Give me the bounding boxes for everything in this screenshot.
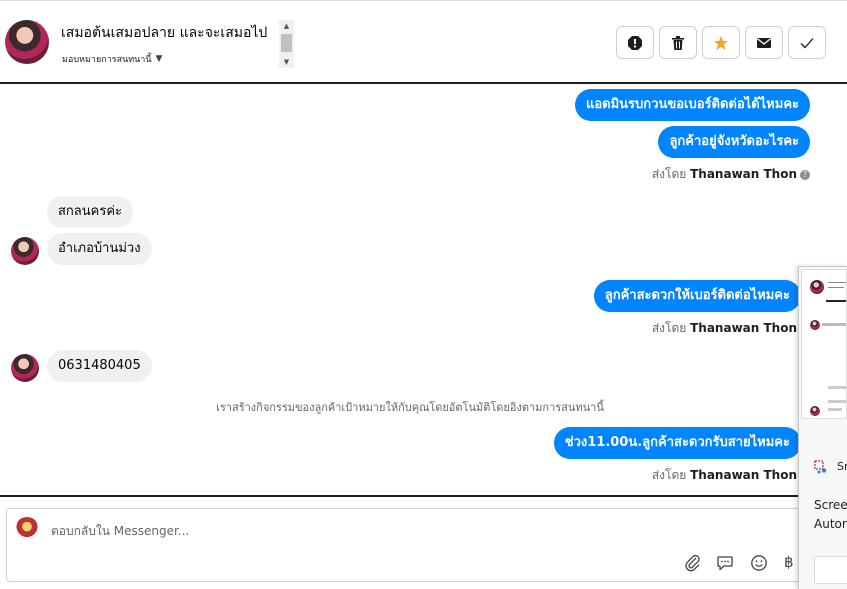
emoji-button[interactable] <box>750 554 768 572</box>
contact-name: เสมอต้นเสมอปลาย และจะเสมอไป <box>61 25 268 41</box>
inbox-conversation-view: เสมอต้นเสมอปลาย และจะเสมอไป มอบหมายการสน… <box>0 0 847 589</box>
assign-label: มอบหมายการสนทนานี้ <box>62 55 152 65</box>
avatar <box>810 320 820 330</box>
help-icon[interactable]: ? <box>800 170 810 180</box>
payment-icon[interactable]: ฿ <box>784 553 794 571</box>
contact-avatar[interactable] <box>5 20 49 64</box>
notification-title: Scree <box>814 498 847 512</box>
snip-app-label: Sn <box>837 460 847 473</box>
mail-icon <box>757 37 771 48</box>
page-avatar <box>15 517 39 541</box>
mark-spam-button[interactable] <box>616 26 654 59</box>
snipping-tool-icon <box>814 460 827 474</box>
saved-reply-icon <box>717 556 733 571</box>
sender-name: Thanawan Thon <box>690 321 797 335</box>
message-bubble-incoming[interactable]: 0631480405 <box>47 350 152 382</box>
composer-divider <box>0 495 847 497</box>
message-bubble-outgoing[interactable]: แอดมินรบกวนขอเบอร์ติดต่อได้ไหมคะ <box>574 89 810 121</box>
notification-action-button[interactable] <box>814 556 847 584</box>
trash-icon <box>672 35 684 50</box>
scroll-thumb[interactable] <box>281 34 292 52</box>
screenshot-notification-panel[interactable]: Sn Scree Autor <box>798 266 847 589</box>
notification-body: Autor <box>814 517 847 531</box>
attachment-button[interactable] <box>684 554 702 572</box>
message-bubble-incoming[interactable]: สกลนครค่ะ <box>47 196 134 228</box>
screenshot-thumbnail[interactable] <box>801 269 847 419</box>
attachment-icon <box>685 554 700 572</box>
sent-by-label: ส่งโดย Thanawan Thon <box>651 321 797 335</box>
message-bubble-outgoing[interactable]: ลูกค้าสะดวกให้เบอร์ติดต่อไหมคะ <box>593 280 801 312</box>
sender-name: Thanawan Thon <box>690 167 797 181</box>
reply-composer[interactable]: ตอบกลับใน Messenger... ฿ <box>6 508 826 582</box>
delete-button[interactable] <box>659 26 697 59</box>
assign-conversation-dropdown[interactable]: มอบหมายการสนทนานี้ ▼ <box>62 52 162 66</box>
avatar <box>810 406 820 416</box>
sent-by-label: ส่งโดย Thanawan Thon? <box>652 165 810 184</box>
message-thread[interactable]: แอดมินรบกวนขอเบอร์ติดต่อได้ไหมคะ ลูกค้าอ… <box>0 84 847 495</box>
scroll-up-icon[interactable]: ▲ <box>279 20 294 32</box>
mark-unread-button[interactable] <box>745 26 783 59</box>
message-bubble-outgoing[interactable]: ลูกค้าอยู่จังหวัดอะไรคะ <box>658 126 810 158</box>
contact-avatar <box>11 237 39 265</box>
avatar <box>810 280 824 294</box>
caret-down-icon: ▼ <box>155 54 163 64</box>
check-icon <box>800 37 814 48</box>
star-button[interactable] <box>702 26 740 59</box>
report-icon <box>628 35 642 50</box>
mark-done-button[interactable] <box>788 26 826 59</box>
star-icon <box>714 35 728 50</box>
title-scrollbar[interactable]: ▲ ▼ <box>279 20 294 68</box>
contact-avatar <box>11 354 39 382</box>
reply-input[interactable]: ตอบกลับใน Messenger... <box>51 522 189 541</box>
sent-by-label: ส่งโดย Thanawan Thon <box>651 468 797 482</box>
conversation-header: เสมอต้นเสมอปลาย และจะเสมอไป มอบหมายการสน… <box>0 0 847 84</box>
message-bubble-outgoing[interactable]: ช่วง11.00น.ลูกค้าสะดวกรับสายไหมคะ <box>553 427 801 459</box>
saved-replies-button[interactable] <box>716 554 734 572</box>
scroll-down-icon[interactable]: ▼ <box>279 56 294 68</box>
emoji-icon <box>751 555 767 571</box>
system-notice: เราสร้างกิจกรรมของลูกค้าเป้าหมายให้กับคุ… <box>216 401 604 414</box>
sender-name: Thanawan Thon <box>690 468 797 482</box>
message-bubble-incoming[interactable]: อำเภอบ้านม่วง <box>47 233 152 265</box>
